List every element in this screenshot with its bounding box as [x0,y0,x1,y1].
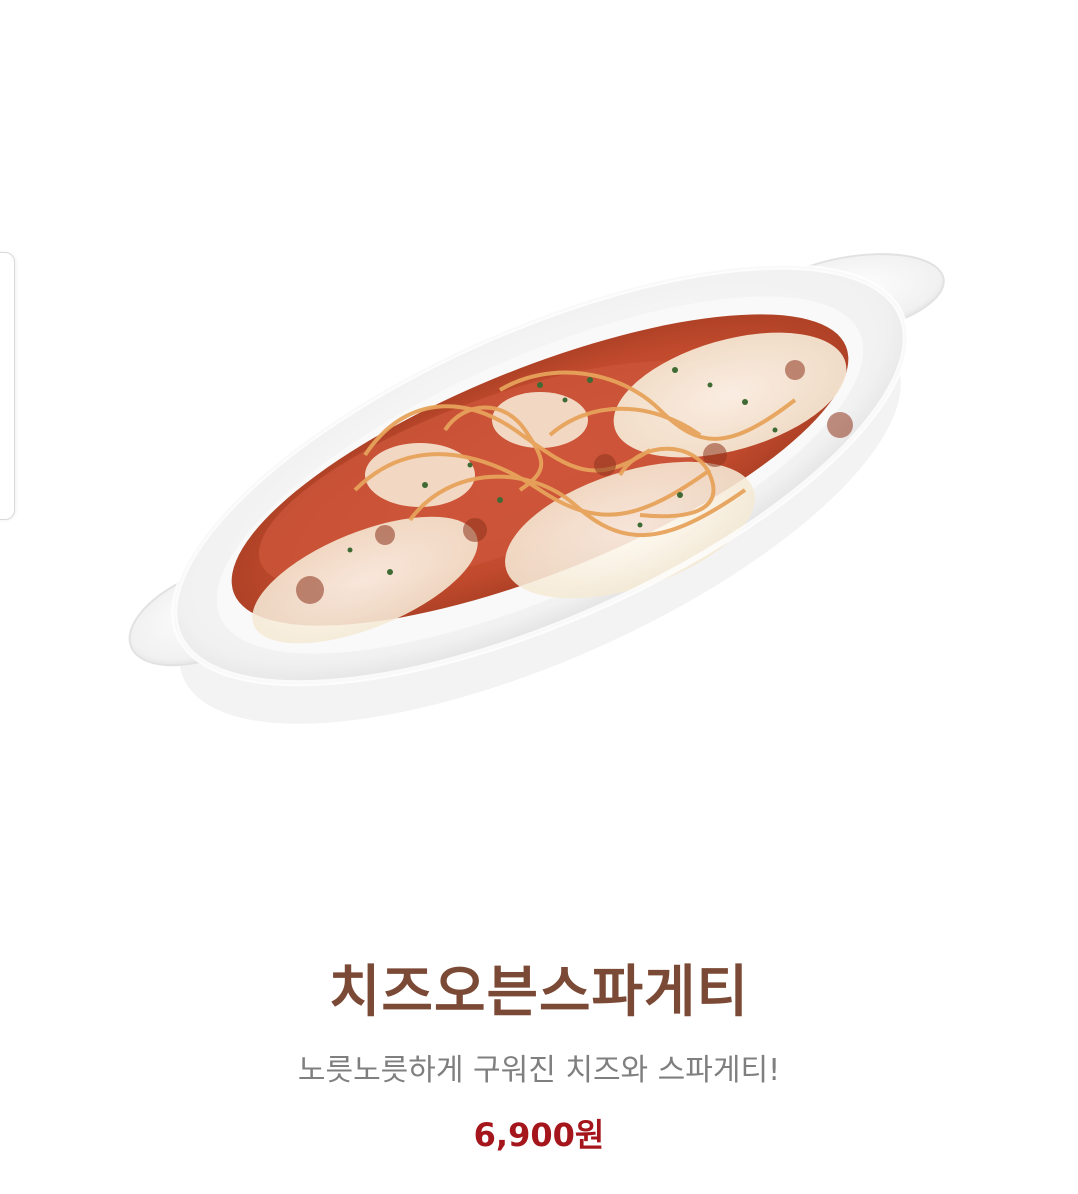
side-edge-tab[interactable] [0,252,15,520]
product-image [120,220,960,730]
product-name: 치즈오븐스파게티 [328,960,750,1025]
menu-detail-page: 치즈오븐스파게티 노릇노릇하게 구워진 치즈와 스파게티! 6,900원 [0,0,1078,1194]
product-price: 6,900원 [473,1116,605,1154]
cheese-oven-spaghetti-illustration [128,253,945,724]
product-description: 노릇노릇하게 구워진 치즈와 스파게티! [297,1053,781,1088]
